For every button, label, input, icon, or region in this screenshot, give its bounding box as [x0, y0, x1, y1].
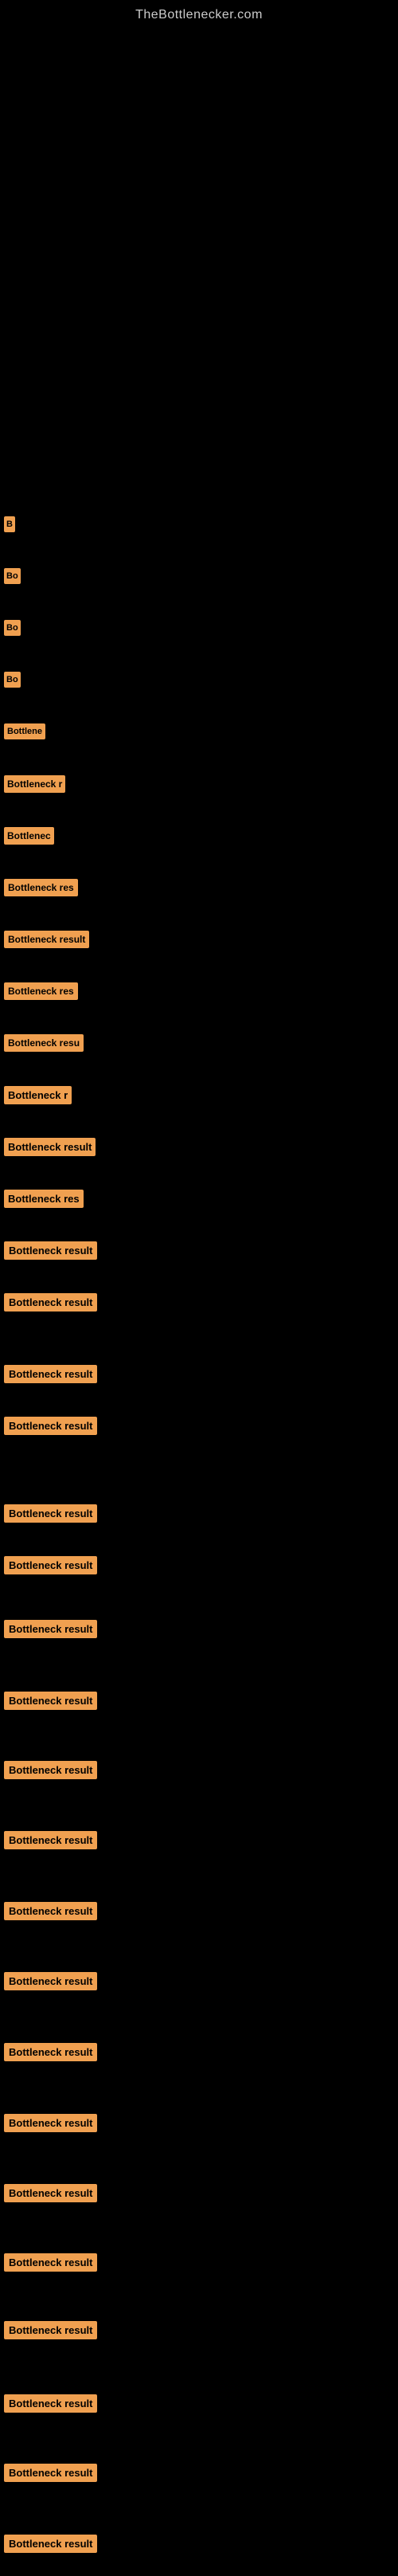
bottleneck-item: Bottleneck result — [4, 1504, 97, 1523]
bottleneck-item: Bottleneck result — [4, 2535, 97, 2553]
bottleneck-item: Bo — [4, 620, 21, 636]
bottleneck-item: Bottleneck result — [4, 1902, 97, 1920]
bottleneck-item: Bottleneck result — [4, 1138, 96, 1156]
bottleneck-item: Bottleneck res — [4, 1190, 84, 1208]
bottleneck-item: Bottleneck result — [4, 2184, 97, 2202]
bottleneck-item: Bottleneck result — [4, 1241, 97, 1260]
bottleneck-item: Bottleneck result — [4, 2253, 97, 2272]
bottleneck-item: Bottleneck result — [4, 1365, 97, 1383]
bottleneck-item: Bottleneck result — [4, 1293, 97, 1312]
bottleneck-item: Bottleneck result — [4, 1556, 97, 1574]
bottleneck-item: Bottleneck result — [4, 2114, 97, 2132]
bottleneck-item: Bo — [4, 568, 21, 584]
bottleneck-item: Bottleneck result — [4, 2321, 97, 2339]
bottleneck-item: Bottlenec — [4, 827, 54, 845]
bottleneck-item: Bottleneck result — [4, 2043, 97, 2061]
bottleneck-item: Bottleneck result — [4, 1831, 97, 1849]
bottleneck-item: Bottleneck result — [4, 931, 89, 948]
bottleneck-item: Bo — [4, 672, 21, 688]
bottleneck-item: Bottleneck result — [4, 1692, 97, 1710]
bottleneck-item: Bottleneck result — [4, 2464, 97, 2482]
bottleneck-item: Bottleneck r — [4, 1086, 72, 1104]
bottleneck-item: Bottleneck res — [4, 879, 78, 896]
bottleneck-item: Bottleneck result — [4, 2394, 97, 2413]
bottleneck-item: B — [4, 516, 15, 532]
bottleneck-item: Bottleneck r — [4, 775, 65, 793]
bottleneck-item: Bottleneck res — [4, 982, 78, 1000]
site-title: TheBottlenecker.com — [0, 0, 398, 26]
bottleneck-item: Bottleneck result — [4, 1620, 97, 1638]
bottleneck-item: Bottleneck resu — [4, 1034, 84, 1052]
bottleneck-item: Bottleneck result — [4, 1417, 97, 1435]
bottleneck-item: Bottleneck result — [4, 1972, 97, 1990]
bottleneck-item: Bottlene — [4, 723, 45, 739]
bottleneck-item: Bottleneck result — [4, 1761, 97, 1779]
